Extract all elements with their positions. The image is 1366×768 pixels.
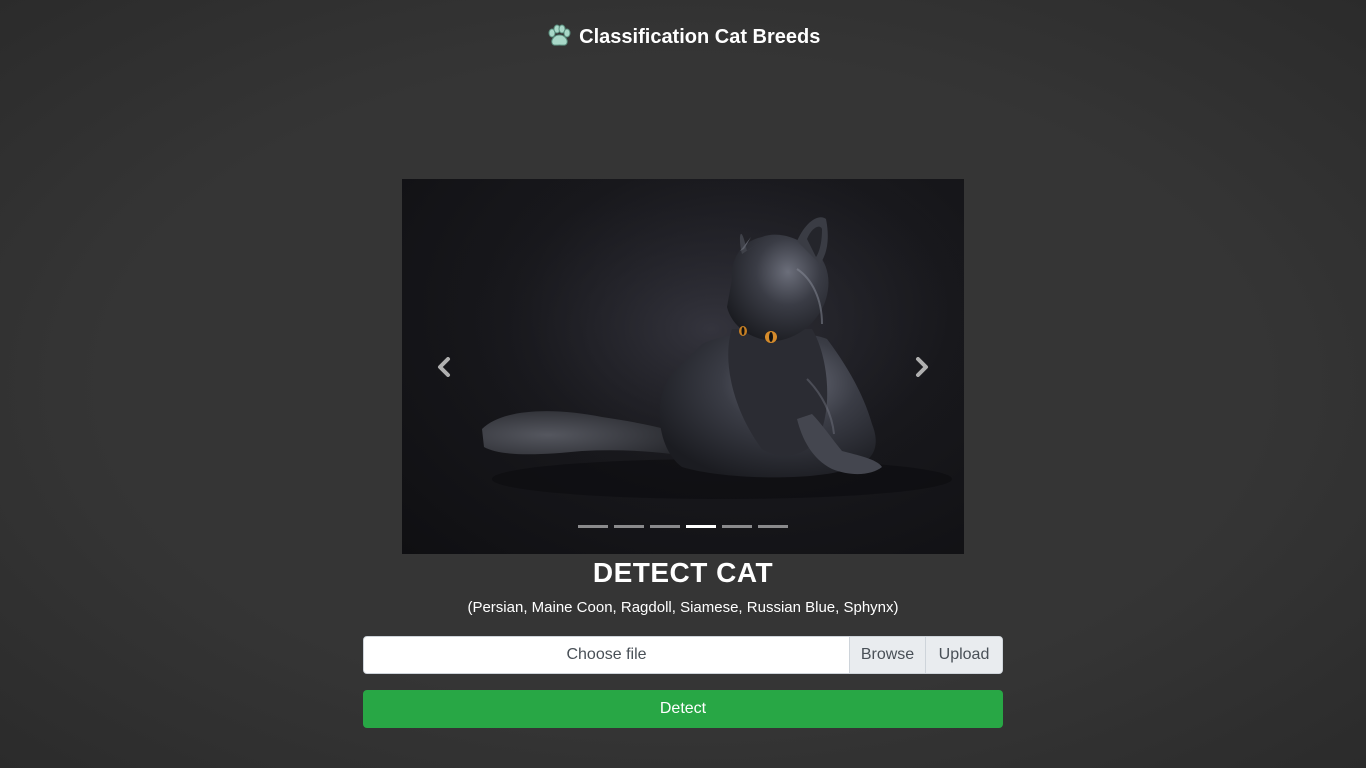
- carousel-indicator[interactable]: [614, 525, 644, 528]
- carousel-indicator[interactable]: [758, 525, 788, 528]
- detect-button[interactable]: Detect: [363, 690, 1003, 728]
- carousel-indicator[interactable]: [650, 525, 680, 528]
- carousel-prev-button[interactable]: [426, 349, 462, 385]
- page-title: Classification Cat Breeds: [579, 26, 821, 48]
- image-carousel: [402, 179, 964, 554]
- carousel-indicator[interactable]: [722, 525, 752, 528]
- page-header: Classification Cat Breeds: [0, 24, 1366, 50]
- cat-photo: [402, 179, 964, 554]
- carousel-indicator-active[interactable]: [686, 525, 716, 528]
- upload-button[interactable]: Upload: [925, 637, 1002, 673]
- chevron-left-icon: [438, 357, 450, 377]
- carousel-next-button[interactable]: [904, 349, 940, 385]
- paw-icon: [548, 24, 571, 46]
- chevron-right-icon: [916, 357, 928, 377]
- file-input[interactable]: Choose file: [364, 637, 849, 673]
- breed-list: (Persian, Maine Coon, Ragdoll, Siamese, …: [467, 599, 899, 616]
- detect-heading: DETECT CAT: [592, 557, 774, 588]
- file-input-group: Choose file Browse Upload: [363, 636, 1003, 674]
- carousel-indicator[interactable]: [578, 525, 608, 528]
- carousel-indicators: [402, 525, 964, 528]
- browse-button[interactable]: Browse: [849, 637, 925, 673]
